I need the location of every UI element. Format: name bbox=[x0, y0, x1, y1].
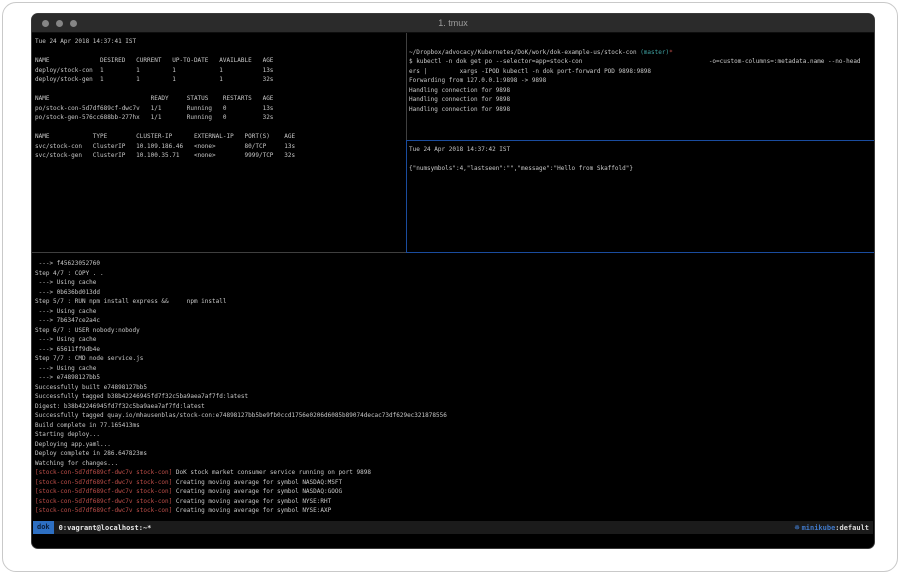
terminal-line: svc/stock-con ClusterIP 10.109.186.46 <n… bbox=[35, 142, 405, 152]
window-titlebar[interactable]: 1. tmux bbox=[32, 14, 874, 33]
kubernetes-wheel-icon: ☸ bbox=[795, 523, 802, 532]
window-title: 1. tmux bbox=[32, 14, 874, 33]
window-tab-label[interactable]: 0:vagrant@localhost:~* bbox=[54, 524, 152, 532]
status-right-section: ☸ minikube :default bbox=[795, 523, 873, 532]
terminal-line: ---> Using cache bbox=[35, 364, 873, 374]
pane-border-horizontal-active-right[interactable] bbox=[407, 140, 874, 141]
terminal-line: Tue 24 Apr 2018 14:37:41 IST bbox=[35, 37, 405, 47]
pane-border-horizontal-active-main[interactable] bbox=[406, 252, 874, 253]
terminal-line: ---> 65611ff9db4e bbox=[35, 345, 873, 355]
pane-border-horizontal-inactive-left[interactable] bbox=[32, 252, 406, 253]
terminal-line: Digest: b38b42246945fd7f32c5ba9aea7af7fd… bbox=[35, 402, 873, 412]
terminal-line bbox=[35, 123, 405, 133]
terminal-line: Step 5/7 : RUN npm install express && np… bbox=[35, 297, 873, 307]
terminal-line: NAME DESIRED CURRENT UP-TO-DATE AVAILABL… bbox=[35, 56, 405, 66]
terminal-line: ---> Using cache bbox=[35, 278, 873, 288]
terminal-line: [stock-con-5d7df689cf-dwc7v stock-con] C… bbox=[35, 497, 873, 507]
terminal-line: ers | xargs -IPOD kubectl -n dok port-fo… bbox=[409, 67, 873, 77]
terminal-line bbox=[35, 85, 405, 95]
pane-port-forward[interactable]: ~/Dropbox/advocacy/Kubernetes/DoK/work/d… bbox=[409, 38, 873, 138]
terminal-line bbox=[409, 155, 873, 165]
terminal-window: 1. tmux Tue 24 Apr 2018 14:37:41 IST NAME… bbox=[31, 13, 875, 549]
terminal-line: [stock-con-5d7df689cf-dwc7v stock-con] C… bbox=[35, 487, 873, 497]
terminal-line: Forwarding from 127.0.0.1:9898 -> 9898 bbox=[409, 76, 873, 86]
terminal-line: Starting deploy... bbox=[35, 430, 873, 440]
terminal-line: Successfully built e74898127bb5 bbox=[35, 383, 873, 393]
terminal-line: po/stock-gen-576cc688bb-277hx 1/1 Runnin… bbox=[35, 113, 405, 123]
terminal-line: Handling connection for 9898 bbox=[409, 95, 873, 105]
tmux-status-bar: dok 0:vagrant@localhost:~* ☸ minikube :d… bbox=[33, 521, 873, 534]
terminal-line: ---> Using cache bbox=[35, 307, 873, 317]
terminal-line: NAME READY STATUS RESTARTS AGE bbox=[35, 94, 405, 104]
terminal-line: Step 4/7 : COPY . . bbox=[35, 269, 873, 279]
terminal-line: ---> Using cache bbox=[35, 335, 873, 345]
terminal-line: [stock-con-5d7df689cf-dwc7v stock-con] D… bbox=[35, 468, 873, 478]
kube-context-label: minikube bbox=[802, 524, 836, 532]
tmux-session: Tue 24 Apr 2018 14:37:41 IST NAME DESIRED… bbox=[32, 33, 874, 548]
terminal-line bbox=[409, 38, 873, 48]
terminal-line: Successfully tagged quay.io/mhausenblas/… bbox=[35, 411, 873, 421]
session-name-badge[interactable]: dok bbox=[33, 521, 54, 534]
terminal-line: Build complete in 77.165413ms bbox=[35, 421, 873, 431]
terminal-line: NAME TYPE CLUSTER-IP EXTERNAL-IP PORT(S)… bbox=[35, 132, 405, 142]
terminal-line bbox=[35, 47, 405, 57]
terminal-line: [stock-con-5d7df689cf-dwc7v stock-con] C… bbox=[35, 478, 873, 488]
pane-border-vertical-inactive[interactable] bbox=[406, 33, 407, 140]
pane-kubectl-overview[interactable]: Tue 24 Apr 2018 14:37:41 IST NAME DESIRED… bbox=[35, 37, 405, 251]
terminal-line: Tue 24 Apr 2018 14:37:42 IST bbox=[409, 145, 873, 155]
terminal-line: ---> e74898127bb5 bbox=[35, 373, 873, 383]
pane-border-vertical-active[interactable] bbox=[406, 140, 407, 252]
terminal-line: Watching for changes... bbox=[35, 459, 873, 469]
terminal-line: deploy/stock-gen 1 1 1 1 32s bbox=[35, 75, 405, 85]
terminal-line: [stock-con-5d7df689cf-dwc7v stock-con] C… bbox=[35, 506, 873, 516]
terminal-line: Deploying app.yaml... bbox=[35, 440, 873, 450]
terminal-line: Deploy complete in 286.647823ms bbox=[35, 449, 873, 459]
kube-namespace-label: :default bbox=[835, 524, 869, 532]
terminal-line: Handling connection for 9898 bbox=[409, 86, 873, 96]
terminal-line: Successfully tagged b38b42246945fd7f32c5… bbox=[35, 392, 873, 402]
terminal-line: deploy/stock-con 1 1 1 1 13s bbox=[35, 66, 405, 76]
terminal-line: ---> 7b6347ce2a4c bbox=[35, 316, 873, 326]
screenshot-frame: 1. tmux Tue 24 Apr 2018 14:37:41 IST NAME… bbox=[2, 2, 898, 572]
terminal-line: {"numsymbols":4,"lastseen":"","message":… bbox=[409, 164, 873, 174]
terminal-line: ---> 0b636bd013dd bbox=[35, 288, 873, 298]
terminal-line: Handling connection for 9898 bbox=[409, 105, 873, 115]
pane-skaffold-probe[interactable]: Tue 24 Apr 2018 14:37:42 IST {"numsymbols… bbox=[409, 145, 873, 251]
terminal-line: $ kubectl -n dok get po --selector=app=s… bbox=[409, 57, 873, 67]
pane-build-log[interactable]: ---> f45623052760Step 4/7 : COPY . . ---… bbox=[35, 259, 873, 519]
terminal-line: Step 7/7 : CMD node service.js bbox=[35, 354, 873, 364]
terminal-line: svc/stock-gen ClusterIP 10.100.35.71 <no… bbox=[35, 151, 405, 161]
terminal-line: po/stock-con-5d7df689cf-dwc7v 1/1 Runnin… bbox=[35, 104, 405, 114]
terminal-line: ~/Dropbox/advocacy/Kubernetes/DoK/work/d… bbox=[409, 48, 873, 58]
terminal-line: Step 6/7 : USER nobody:nobody bbox=[35, 326, 873, 336]
terminal-line: ---> f45623052760 bbox=[35, 259, 873, 269]
